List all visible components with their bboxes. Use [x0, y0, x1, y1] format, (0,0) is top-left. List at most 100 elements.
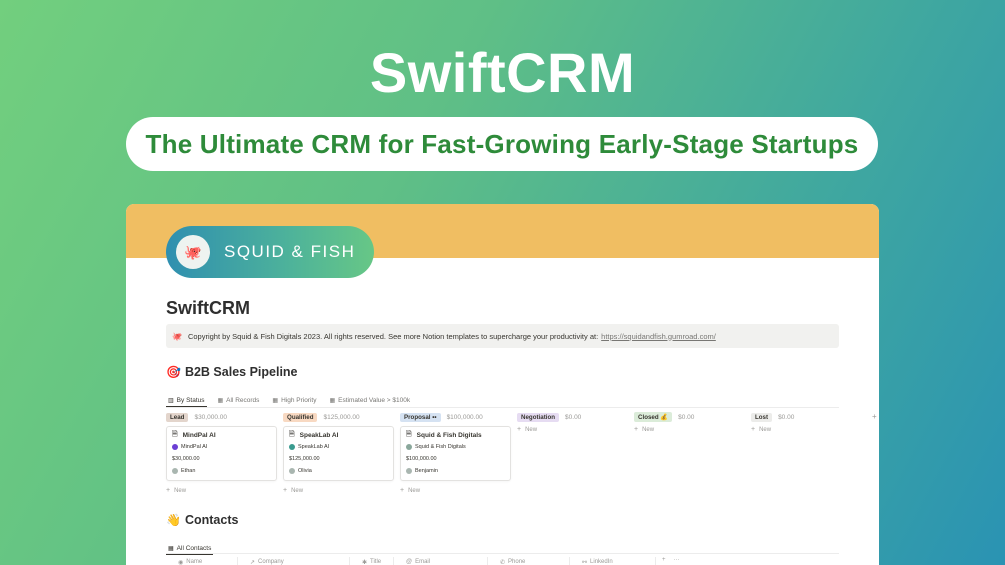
tab-label: High Priority: [281, 397, 317, 404]
column-total: $100,000.00: [446, 413, 483, 421]
add-group-button[interactable]: +: [872, 412, 877, 421]
arrow-icon: ↗: [250, 559, 256, 565]
column-header: Closed 💰 $0.00: [634, 412, 745, 422]
column-total: $0.00: [678, 413, 695, 421]
deal-title: SpeakLab AI: [299, 432, 339, 439]
new-card-button[interactable]: + New: [283, 487, 394, 494]
column-header: Lost $0.00: [751, 412, 862, 422]
board-icon: ▥: [168, 397, 174, 404]
new-label: New: [642, 426, 655, 433]
board-column-proposal: Proposal •• $100,000.00 🗎 Squid & Fish Digi…: [400, 412, 511, 494]
deal-owner: Benjamin: [415, 468, 438, 474]
column-header: Qualified $125,000.00: [283, 412, 394, 422]
status-label: Lead: [170, 413, 185, 421]
status-chip[interactable]: Lead: [166, 412, 189, 422]
status-label: Proposal: [404, 413, 431, 421]
tab-estimated-value[interactable]: ▦ Estimated Value > $100k: [327, 394, 412, 407]
column-total: $30,000.00: [194, 413, 227, 421]
notion-window: 🐙 SQUID & FISH SwiftCRM 🐙 Copyright by S…: [126, 204, 879, 565]
status-chip[interactable]: Closed 💰: [634, 412, 673, 422]
plus-icon: +: [166, 487, 171, 494]
new-label: New: [525, 426, 538, 433]
deal-company: MindPal AI: [181, 444, 208, 450]
new-card-button[interactable]: + New: [751, 426, 862, 433]
status-chip[interactable]: Lost: [751, 412, 773, 422]
new-label: New: [759, 426, 772, 433]
deal-card[interactable]: 🗎 SpeakLab AI SpeakLab AI $125,000.00 Olivia: [283, 426, 394, 481]
pipeline-heading: 🎯 B2B Sales Pipeline: [166, 365, 298, 379]
link-person-icon: ⚯: [582, 559, 588, 565]
deal-card[interactable]: 🗎 Squid & Fish Digitals Squid & Fish Digit…: [400, 426, 511, 481]
status-chip[interactable]: Negotiation: [517, 412, 560, 422]
new-label: New: [408, 487, 421, 494]
owner-avatar: [406, 468, 412, 474]
board-column-lead: Lead $30,000.00 🗎 MindPal AI MindPal AI $30,0…: [166, 412, 277, 494]
owner-avatar: [172, 468, 178, 474]
new-card-button[interactable]: + New: [634, 426, 745, 433]
new-card-button[interactable]: + New: [517, 426, 628, 433]
tab-label: All Records: [226, 397, 260, 404]
page-icon: 🗎: [172, 431, 178, 438]
plus-icon: +: [634, 426, 639, 433]
status-label: Closed: [638, 414, 659, 421]
brand-pill: 🐙 SQUID & FISH: [166, 226, 374, 278]
plus-icon: +: [517, 426, 522, 433]
at-icon: @: [406, 559, 413, 565]
tab-label: All Contacts: [176, 544, 212, 552]
tab-all-contacts[interactable]: ▦ All Contacts: [166, 542, 214, 555]
owner-avatar: [289, 468, 295, 474]
table-icon: ▦: [272, 398, 279, 404]
tab-high-priority[interactable]: ▦ High Priority: [270, 394, 318, 407]
tab-by-status[interactable]: ▥ By Status: [166, 394, 207, 407]
status-chip[interactable]: Proposal ••: [400, 412, 441, 422]
column-header-title[interactable]: ✱ Title: [350, 557, 394, 565]
column-header: Proposal •• $100,000.00: [400, 412, 511, 422]
column-total: $0.00: [565, 413, 582, 421]
column-label: Phone: [508, 559, 526, 565]
column-label: Company: [258, 559, 284, 565]
status-label: Qualified: [287, 413, 314, 421]
new-card-button[interactable]: + New: [166, 487, 277, 494]
column-header-email[interactable]: @ Email: [394, 557, 488, 565]
contacts-table-header: ◉ Name ↗ Company ✱ Title @ Email ✆ Phone ⚯ Lin…: [166, 557, 839, 565]
new-card-button[interactable]: + New: [400, 487, 511, 494]
column-label: Email: [415, 559, 431, 565]
add-property-button[interactable]: +: [656, 557, 666, 565]
column-header-linkedin[interactable]: ⚯ LinkedIn: [570, 557, 656, 565]
tagline-text: The Ultimate CRM for Fast-Growing Early-…: [145, 128, 859, 159]
column-header: Lead $30,000.00: [166, 412, 277, 422]
deal-value: $100,000.00: [406, 456, 437, 462]
contacts-heading-text: Contacts: [184, 513, 239, 527]
column-header-phone[interactable]: ✆ Phone: [488, 557, 570, 565]
plus-icon: +: [751, 426, 756, 433]
table-icon: ▦: [329, 398, 336, 404]
tagline-pill: The Ultimate CRM for Fast-Growing Early-…: [126, 117, 878, 171]
status-suffix: 💰: [660, 414, 669, 421]
deal-card[interactable]: 🗎 MindPal AI MindPal AI $30,000.00 Ethan: [166, 426, 277, 481]
gumroad-link[interactable]: https://squidandfish.gumroad.com/: [601, 332, 716, 341]
status-chip[interactable]: Qualified: [283, 412, 318, 422]
wave-icon: 👋: [166, 513, 181, 527]
target-icon: 🎯: [166, 365, 181, 379]
tab-all-records[interactable]: ▦ All Records: [216, 394, 262, 407]
column-header-company[interactable]: ↗ Company: [238, 557, 350, 565]
company-icon: [406, 444, 412, 450]
table-icon: ▦: [217, 398, 224, 404]
deal-value: $30,000.00: [172, 456, 200, 462]
column-header-name[interactable]: ◉ Name: [166, 557, 238, 565]
status-suffix: ••: [432, 413, 437, 421]
more-options-button[interactable]: ···: [666, 557, 680, 565]
copyright-callout: 🐙 Copyright by Squid & Fish Digitals 202…: [166, 324, 839, 348]
page-title: SwiftCRM: [166, 298, 250, 318]
company-icon: [172, 444, 178, 450]
callout-text: Copyright by Squid & Fish Digitals 2023.…: [187, 331, 599, 341]
deal-title: MindPal AI: [182, 432, 216, 439]
star-icon: ✱: [362, 559, 368, 565]
company-icon: [289, 444, 295, 450]
deal-company: SpeakLab AI: [298, 444, 330, 450]
squid-icon: 🐙: [172, 331, 182, 341]
pipeline-view-tabs: ▥ By Status ▦ All Records ▦ High Priority ▦…: [166, 394, 839, 408]
plus-icon: +: [400, 487, 405, 494]
column-total: $125,000.00: [323, 413, 360, 421]
board-column-lost: Lost $0.00 + New: [751, 412, 862, 433]
